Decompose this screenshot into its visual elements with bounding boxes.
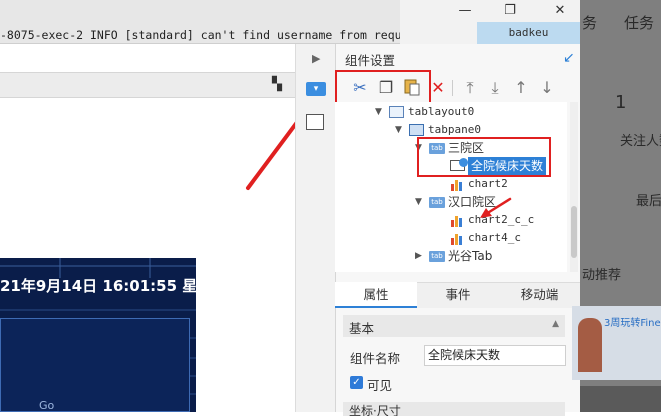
move-bottom-icon[interactable]: ⤓ bbox=[485, 78, 505, 98]
web-stat-value: 1 bbox=[615, 92, 627, 113]
web-stat-label: 关注人数 bbox=[620, 134, 661, 149]
tree-collapse-icon[interactable]: ▶ bbox=[415, 247, 422, 265]
layer-panel-icon[interactable] bbox=[306, 114, 324, 130]
side-strip: ▶ ▾ bbox=[295, 44, 335, 412]
annotation-box-tree bbox=[417, 137, 551, 177]
dashboard-panel: Go bbox=[0, 318, 190, 412]
component-name-label: 组件名称 bbox=[350, 351, 401, 366]
tree-node-chart2[interactable]: chart2 bbox=[450, 175, 508, 193]
annotation-box-toolbar bbox=[335, 70, 431, 104]
panel-title: 组件设置 bbox=[345, 53, 396, 68]
tab-events[interactable]: 事件 bbox=[417, 282, 499, 308]
section-position[interactable]: 坐标·尺寸 bbox=[343, 402, 565, 416]
ad-title: 3周玩转Fine bbox=[604, 318, 661, 329]
component-panel-icon[interactable]: ▾ bbox=[306, 82, 326, 96]
toolbar-divider bbox=[452, 80, 453, 96]
section-basic-label: 基本 bbox=[349, 321, 375, 336]
tree-scroll-thumb[interactable] bbox=[571, 206, 577, 258]
annotation-arrow-2 bbox=[480, 197, 512, 218]
chart-icon bbox=[451, 233, 462, 245]
restore-icon[interactable]: ❐ bbox=[495, 2, 525, 20]
tab-mobile[interactable]: 移动端 bbox=[499, 282, 580, 308]
web-row-label: 最后 bbox=[636, 194, 661, 209]
visible-checkbox[interactable]: ✓ bbox=[350, 376, 363, 389]
delete-icon[interactable]: ✕ bbox=[428, 78, 448, 98]
layout-icon bbox=[389, 106, 404, 118]
tab-properties[interactable]: 属性 bbox=[335, 282, 417, 308]
username-cell: badkeu bbox=[477, 22, 580, 44]
tree-expand-icon[interactable]: ▼ bbox=[395, 121, 402, 139]
tree-node-label: tablayout0 bbox=[408, 105, 475, 118]
component-name-input[interactable]: 全院候床天数 bbox=[424, 345, 566, 366]
tabpane-icon bbox=[409, 124, 424, 136]
tab-icon: tab bbox=[429, 251, 445, 262]
close-icon[interactable]: ✕ bbox=[545, 2, 575, 20]
tree-expand-icon[interactable]: ▼ bbox=[375, 103, 382, 121]
web-nav-2[interactable]: 任务 bbox=[624, 12, 654, 33]
move-down-icon[interactable]: ↓ bbox=[537, 78, 557, 98]
web-footer-strip bbox=[580, 386, 661, 412]
dashboard-timestamp: 21年9月14日 16:01:55 星 bbox=[0, 277, 196, 295]
tree-expand-icon[interactable]: ▼ bbox=[415, 193, 422, 211]
move-up-icon[interactable]: ↑ bbox=[511, 78, 531, 98]
tree-node-label: chart4_c bbox=[468, 231, 521, 244]
collapse-icon[interactable]: ↙ bbox=[563, 50, 575, 66]
tree-node-label: chart2 bbox=[468, 177, 508, 190]
section-basic[interactable]: 基本 ▲ bbox=[343, 315, 565, 337]
window-controls: — ❐ ✕ bbox=[400, 0, 580, 22]
tab-icon: tab bbox=[429, 197, 445, 208]
chart-icon bbox=[451, 179, 462, 191]
collapse-arrow-icon[interactable]: ▲ bbox=[552, 319, 559, 329]
log-text: -8075-exec-2 INFO [standard] can't find … bbox=[0, 28, 400, 42]
tree-node-chart4_c[interactable]: chart4_c bbox=[450, 229, 521, 247]
web-recommend: 动推荐 bbox=[582, 268, 622, 283]
chart-icon bbox=[451, 215, 462, 227]
tree-node-label: tabpane0 bbox=[428, 123, 481, 136]
minimize-icon[interactable]: — bbox=[450, 2, 480, 20]
dashboard-label: Go bbox=[39, 399, 55, 412]
tree-node-label: 光谷Tab bbox=[448, 249, 493, 263]
web-ad-banner[interactable]: 3周玩转Fine bbox=[572, 306, 661, 380]
move-top-icon[interactable]: ⤒ bbox=[460, 78, 480, 98]
web-nav-1[interactable]: 务 bbox=[582, 12, 597, 33]
expand-arrow-icon[interactable]: ▶ bbox=[312, 52, 320, 65]
ad-person-image bbox=[578, 318, 602, 372]
visible-label: 可见 bbox=[367, 378, 393, 393]
